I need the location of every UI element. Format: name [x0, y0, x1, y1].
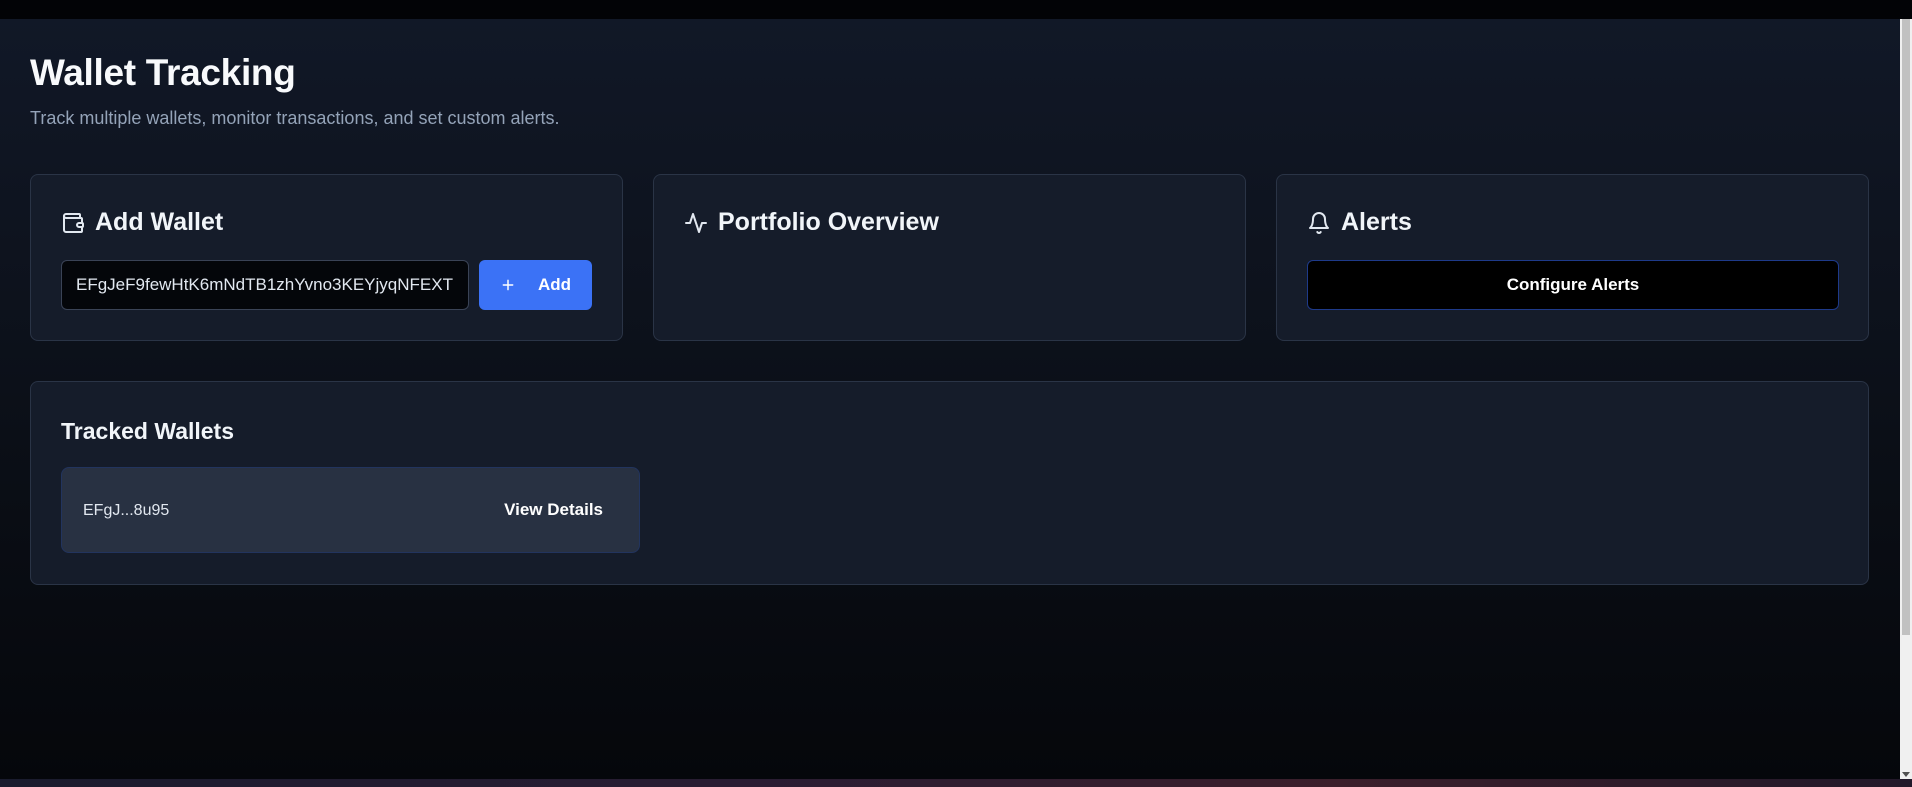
portfolio-title: Portfolio Overview [718, 208, 939, 236]
alerts-header: Alerts [1307, 208, 1412, 237]
wallet-address: EFgJ...8u95 [83, 502, 170, 519]
add-wallet-header: Add Wallet [61, 208, 223, 237]
add-wallet-button[interactable]: Add [479, 260, 592, 310]
add-wallet-title: Add Wallet [95, 208, 224, 236]
view-details-button[interactable]: View Details [484, 488, 623, 532]
tracked-wallets-card: Tracked Wallets EFgJ...8u95 View Details [30, 381, 1869, 585]
portfolio-overview-card: Portfolio Overview [653, 174, 1246, 341]
wallet-address-input[interactable] [61, 260, 469, 310]
scroll-down-arrow-icon[interactable] [1902, 772, 1910, 777]
vertical-scrollbar[interactable] [1900, 19, 1912, 779]
taskbar-strip [0, 779, 1912, 787]
browser-top-bar [0, 0, 1912, 19]
tracked-wallet-item: EFgJ...8u95 View Details [61, 467, 640, 553]
add-wallet-card: Add Wallet Add [30, 174, 623, 341]
main-content: Wallet Tracking Track multiple wallets, … [0, 19, 1900, 779]
portfolio-header: Portfolio Overview [684, 208, 939, 237]
configure-alerts-button[interactable]: Configure Alerts [1307, 260, 1839, 310]
plus-icon [500, 277, 516, 293]
alerts-title: Alerts [1341, 208, 1412, 236]
add-button-label: Add [537, 275, 572, 294]
tracked-wallets-title: Tracked Wallets [61, 418, 235, 444]
wallet-icon [61, 211, 85, 235]
page-subtitle: Track multiple wallets, monitor transact… [30, 108, 560, 128]
bell-icon [1307, 211, 1331, 235]
page-title: Wallet Tracking [30, 52, 296, 93]
scrollbar-thumb[interactable] [1902, 19, 1910, 635]
alerts-card: Alerts Configure Alerts [1276, 174, 1869, 341]
activity-icon [684, 211, 708, 235]
